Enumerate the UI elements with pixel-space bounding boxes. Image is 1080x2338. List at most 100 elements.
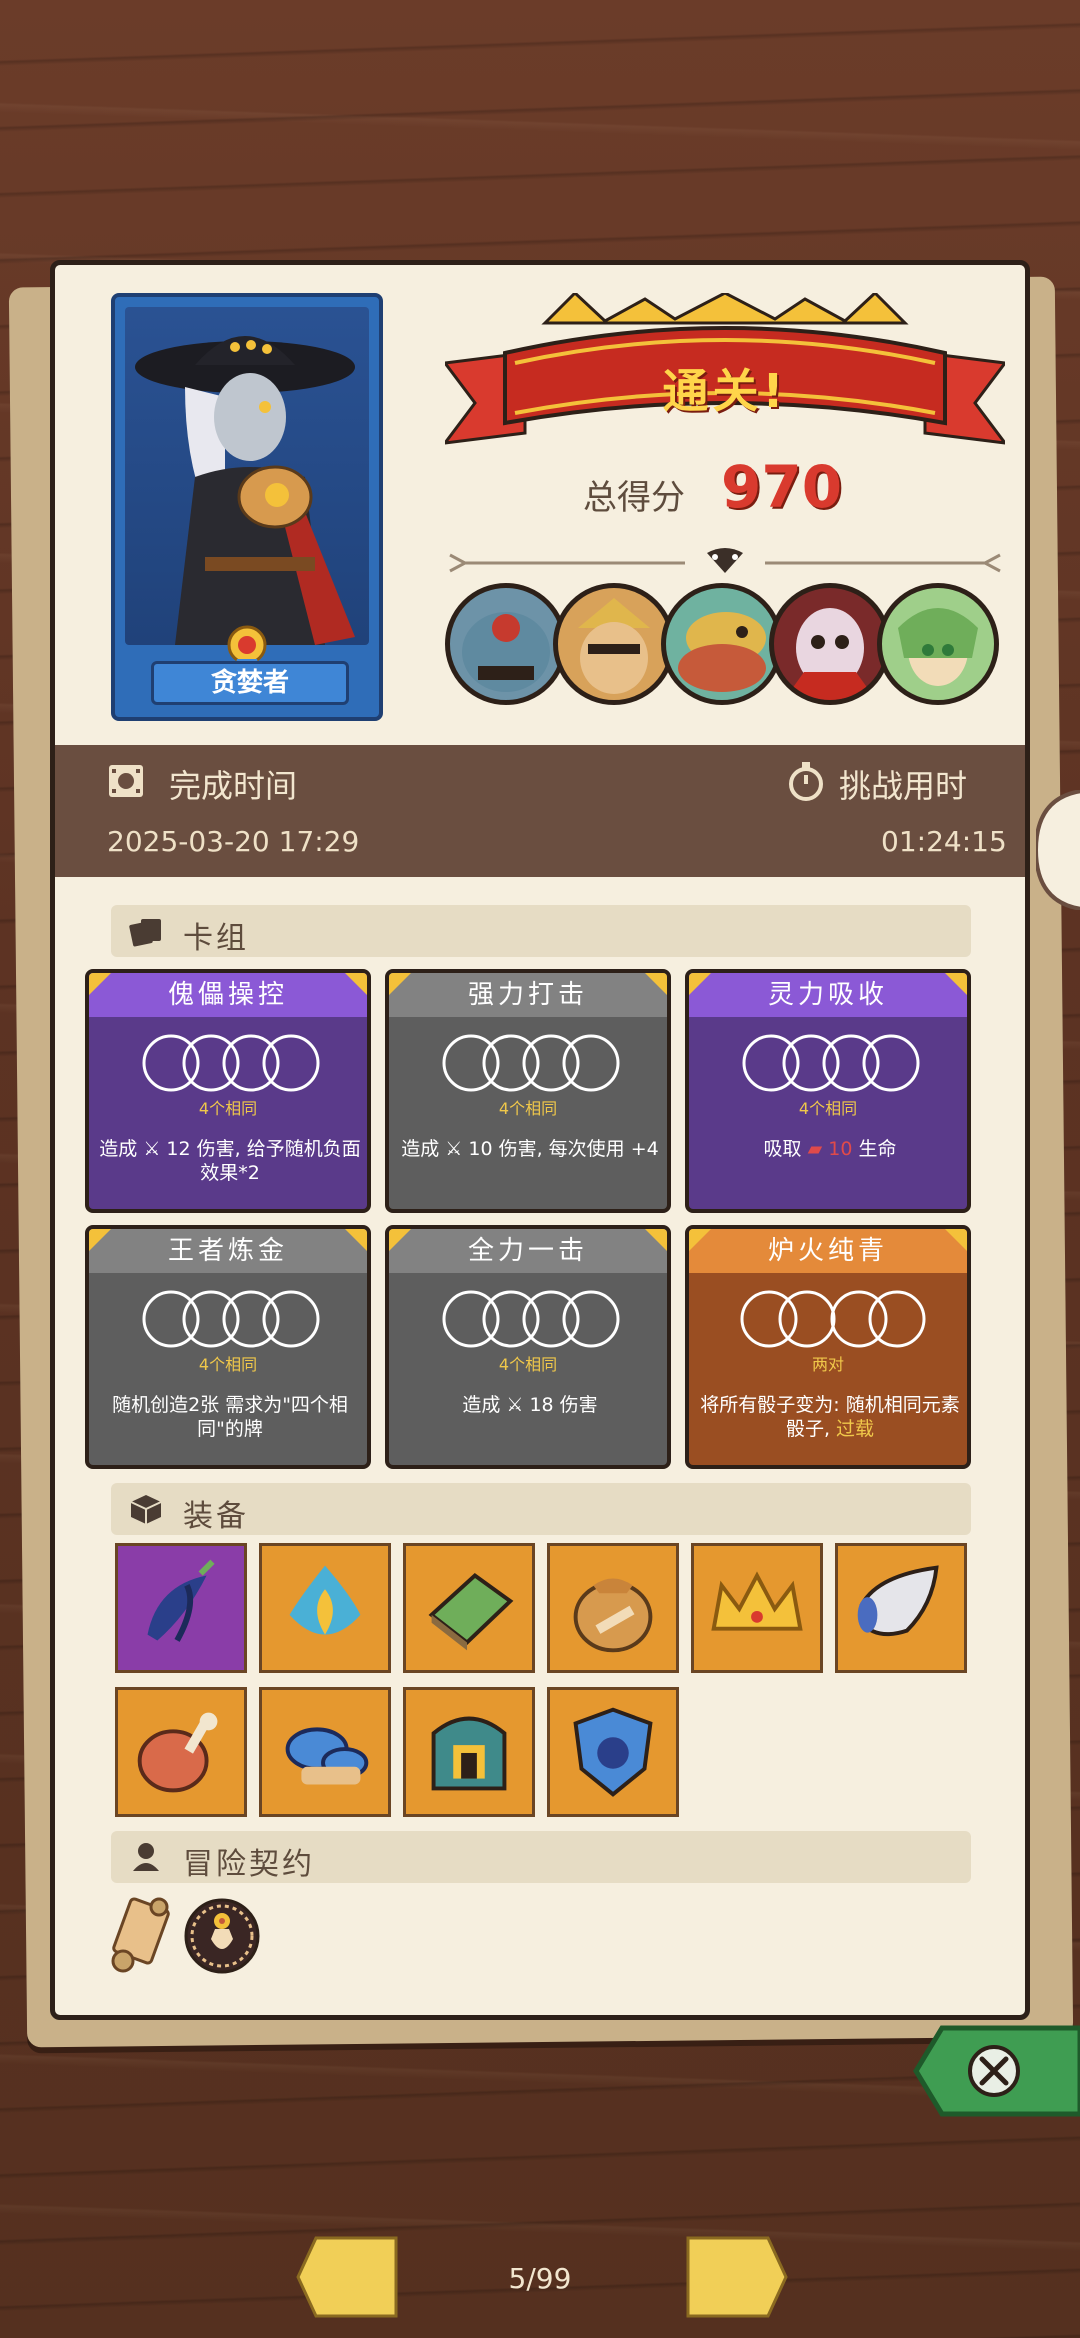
deck-card[interactable]: 强力打击 4个相同 造成 ⚔ 10 伤害, 每次使用 +4 — [385, 969, 671, 1213]
flame-crystal-icon — [289, 1565, 361, 1635]
score-value: 970 — [721, 453, 843, 521]
card-description: 造成 ⚔ 12 伤害, 给予随机负面效果*2 — [99, 1137, 361, 1185]
sword-icon: ⚔ — [506, 1394, 530, 1416]
card-desc-verb: 造成 — [401, 1138, 446, 1160]
close-button[interactable] — [912, 2024, 1080, 2118]
equipment-slot[interactable] — [403, 1543, 535, 1673]
deck-card[interactable]: 炉火纯青 两对 将所有骰子变为: 随机相同元素骰子, 过载 — [685, 1225, 971, 1469]
equipment-slot[interactable] — [403, 1687, 535, 1817]
card-condition: 4个相同 — [198, 1099, 258, 1118]
page-indicator: 5/99 — [508, 2262, 572, 2295]
hero-card[interactable]: 贪婪者 — [111, 293, 383, 721]
stopwatch-icon — [789, 762, 823, 801]
crown-icon — [711, 1571, 803, 1631]
boss-portrait[interactable] — [769, 583, 891, 705]
result-panel: 贪婪者 通关! 总得分 970 完成时间 2025-03-20 17:29 挑战… — [50, 260, 1030, 2020]
prev-page-button[interactable] — [296, 2234, 400, 2320]
card-title: 王者炼金 — [89, 1229, 367, 1273]
contract-section-header: 冒险契约 — [111, 1831, 971, 1883]
equipment-slot[interactable] — [115, 1687, 247, 1817]
card-desc-verb: 吸取 — [763, 1138, 808, 1160]
equipment-section-header: 装备 — [111, 1483, 971, 1535]
card-condition: 4个相同 — [498, 1355, 558, 1374]
card-desc-value: 18 — [529, 1394, 560, 1416]
dice-slot — [562, 1034, 620, 1092]
card-desc-value: 10 — [828, 1138, 859, 1160]
deck-card[interactable]: 王者炼金 4个相同随机创造2张 需求为"四个相同"的牌 — [85, 1225, 371, 1469]
card-desc-verb: 造成 — [99, 1138, 144, 1160]
card-description: 造成 ⚔ 10 伤害, 每次使用 +4 — [399, 1137, 661, 1161]
hero-portrait — [125, 307, 369, 645]
dice-slots — [742, 1034, 920, 1092]
equipment-slot[interactable] — [835, 1543, 967, 1673]
card-desc-text: 生命 — [858, 1138, 897, 1160]
card-description: 造成 ⚔ 18 伤害 — [399, 1393, 661, 1417]
boss-portrait[interactable] — [553, 583, 675, 705]
flower-vase-icon[interactable] — [183, 1897, 261, 1975]
banner-title: 通关! — [662, 364, 788, 418]
equipment-slot[interactable] — [691, 1543, 823, 1673]
card-desc-verb: 造成 — [462, 1394, 507, 1416]
moss-book-icon — [428, 1572, 514, 1651]
dice-slots — [740, 1290, 926, 1348]
next-page-button[interactable] — [684, 2234, 788, 2320]
helmet-icon — [431, 1716, 507, 1791]
sword-icon: ⚔ — [143, 1138, 167, 1160]
equipment-slot[interactable] — [547, 1543, 679, 1673]
box-icon — [130, 1495, 162, 1524]
dice-slot — [262, 1034, 320, 1092]
equipment-slot[interactable] — [115, 1543, 247, 1673]
equipment-slot[interactable] — [259, 1543, 391, 1673]
card-desc-value: 10 — [468, 1138, 499, 1160]
dice-slot — [262, 1290, 320, 1348]
card-condition: 4个相同 — [498, 1099, 558, 1118]
challenge-time-label: 挑战用时 — [839, 767, 968, 805]
mushroom-icon — [285, 1727, 369, 1785]
feather-icon — [147, 1559, 215, 1642]
card-description: 随机创造2张 需求为"四个相同"的牌 — [99, 1393, 361, 1441]
dice-slots — [442, 1034, 620, 1092]
contract-title: 冒险契约 — [183, 1847, 315, 1882]
card-desc-text: 随机创造2张 需求为"四个相同"的牌 — [112, 1394, 348, 1440]
dice-slots — [142, 1034, 320, 1092]
scroll-icon[interactable] — [103, 1895, 179, 1979]
film-icon — [109, 765, 143, 797]
deck-card[interactable]: 傀儡操控 4个相同造成 ⚔ 12 伤害, 给予随机负面效果*2 — [85, 969, 371, 1213]
info-bar: 完成时间 2025-03-20 17:29 挑战用时 01:24:15 — [55, 745, 1025, 877]
side-tab-button[interactable] — [1036, 790, 1080, 910]
card-description: 吸取 ▰ 10 生命 — [699, 1137, 961, 1161]
card-condition: 4个相同 — [198, 1355, 258, 1374]
dice-slots — [142, 1290, 320, 1348]
hero-name: 贪婪者 — [151, 661, 349, 705]
defeated-bosses — [445, 583, 1005, 713]
dice-slot — [778, 1290, 836, 1348]
deck-section-header: 卡组 — [111, 905, 971, 957]
victory-banner: 通关! — [441, 290, 1009, 463]
boss-portrait[interactable] — [877, 583, 999, 705]
deck-title: 卡组 — [183, 921, 249, 956]
card-description: 将所有骰子变为: 随机相同元素骰子, 过载 — [699, 1393, 961, 1441]
sword-icon: ⚔ — [445, 1138, 469, 1160]
equipment-title: 装备 — [183, 1499, 249, 1534]
cards-icon — [129, 919, 161, 947]
card-desc-text: 伤害, 给予随机负面效果*2 — [196, 1138, 361, 1184]
dice-slot — [562, 1290, 620, 1348]
boss-portrait[interactable] — [445, 583, 567, 705]
card-title: 傀儡操控 — [89, 973, 367, 1017]
horn-icon — [857, 1565, 939, 1637]
score-label: 总得分 — [583, 478, 685, 518]
finish-time-label: 完成时间 — [169, 767, 298, 805]
equipment-slot[interactable] — [547, 1687, 679, 1817]
equipment-slot[interactable] — [259, 1687, 391, 1817]
deck-card[interactable]: 全力一击 4个相同造成 ⚔ 18 伤害 — [385, 1225, 671, 1469]
card-condition: 4个相同 — [798, 1099, 858, 1118]
deck-card[interactable]: 灵力吸收 4个相同吸取 ▰ 10 生命 — [685, 969, 971, 1213]
coin-bag-icon — [573, 1578, 653, 1653]
card-title: 全力一击 — [389, 1229, 667, 1273]
boss-portrait[interactable] — [661, 583, 783, 705]
meat-icon — [137, 1712, 218, 1793]
lifesteal-icon: ▰ — [807, 1138, 829, 1160]
card-title: 灵力吸收 — [689, 973, 967, 1017]
dice-slot — [862, 1034, 920, 1092]
shield-icon — [573, 1707, 653, 1797]
